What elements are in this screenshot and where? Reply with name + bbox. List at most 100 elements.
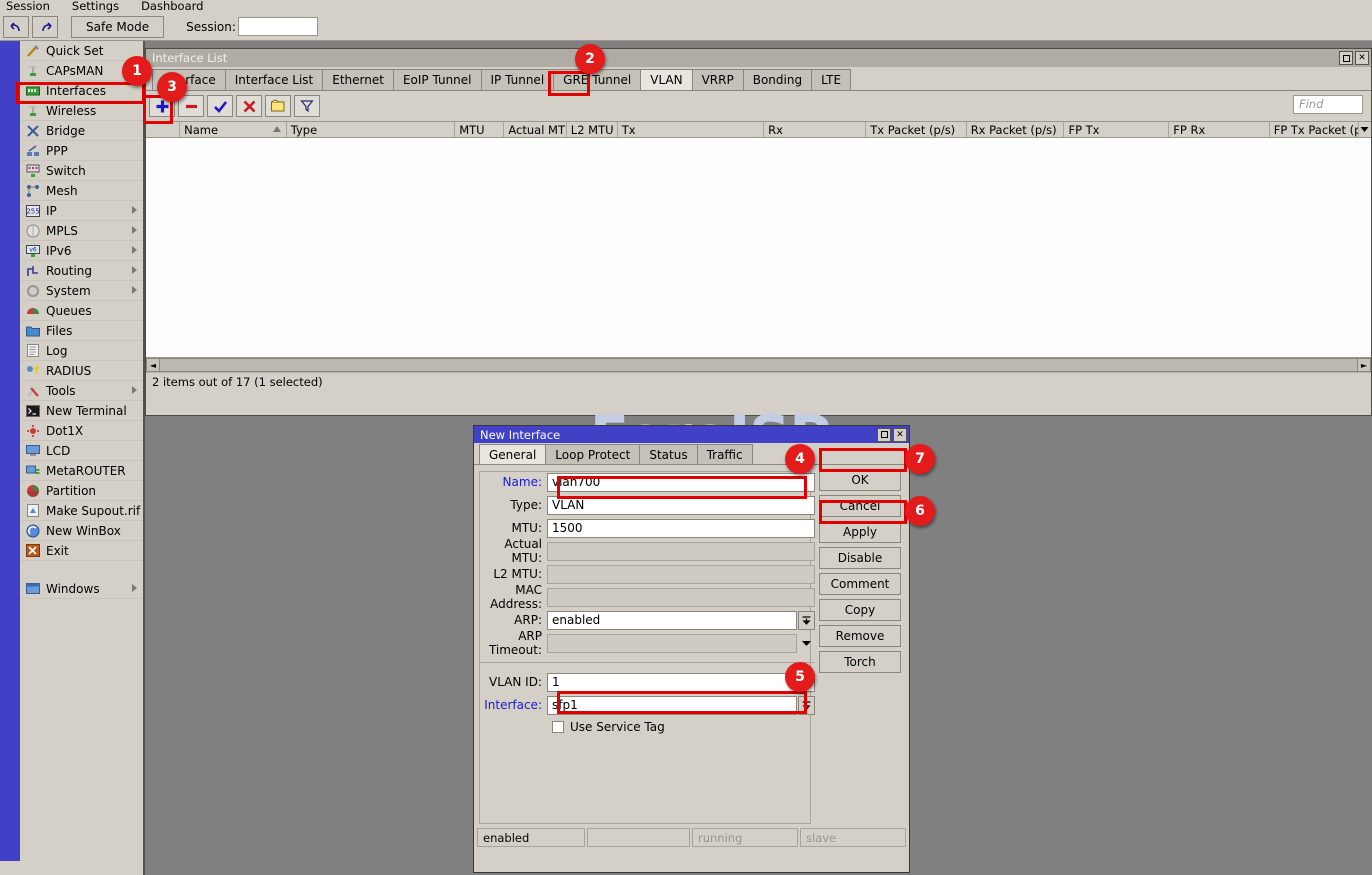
sidebar-item-system[interactable]: System — [20, 281, 143, 301]
sidebar-item-exit[interactable]: Exit — [20, 541, 143, 561]
session-input[interactable] — [238, 17, 318, 36]
sidebar-item-interfaces[interactable]: Interfaces — [20, 81, 143, 101]
comment-button[interactable] — [265, 95, 291, 117]
sidebar-item-mesh[interactable]: Mesh — [20, 181, 143, 201]
field-input-mtu[interactable]: 1500 — [547, 519, 815, 538]
cancel-button[interactable]: Cancel — [819, 495, 901, 517]
filter-button[interactable] — [294, 95, 320, 117]
maximize-icon[interactable] — [877, 428, 891, 442]
column-header-rx-packet-p-s[interactable]: Rx Packet (p/s) — [967, 122, 1065, 137]
field-input-arp[interactable]: enabled — [547, 611, 797, 630]
find-input[interactable]: Find — [1293, 95, 1363, 114]
use-service-tag-row[interactable]: Use Service Tag — [480, 720, 815, 734]
tab-vlan[interactable]: VLAN — [640, 69, 692, 90]
copy-button[interactable]: Copy — [819, 599, 901, 621]
scroll-right-icon[interactable]: ► — [1357, 358, 1371, 372]
sidebar-item-label: Dot1X — [46, 424, 83, 438]
ok-button[interactable]: OK — [819, 469, 901, 491]
column-header-fp-tx-packet-p-s[interactable]: FP Tx Packet (p/s) — [1270, 122, 1359, 137]
sidebar-item-queues[interactable]: Queues — [20, 301, 143, 321]
field-input-interface[interactable]: sfp1 — [547, 696, 797, 715]
scroll-track[interactable] — [160, 358, 1357, 372]
interface-status-text: 2 items out of 17 (1 selected) — [146, 373, 1371, 391]
comment-button[interactable]: Comment — [819, 573, 901, 595]
scroll-left-icon[interactable]: ◄ — [146, 358, 160, 372]
field-input-name[interactable]: vlan700 — [547, 473, 815, 492]
safe-mode-button[interactable]: Safe Mode — [71, 16, 164, 38]
chevron-down-icon[interactable] — [798, 696, 815, 715]
field-label-name: Name: — [480, 475, 547, 489]
remove-button[interactable] — [178, 95, 204, 117]
disable-button[interactable] — [236, 95, 262, 117]
interface-table-body[interactable] — [146, 138, 1371, 358]
column-header-name[interactable]: Name — [180, 122, 287, 137]
sidebar-item-new-winbox[interactable]: New WinBox — [20, 521, 143, 541]
menu-dashboard[interactable]: Dashboard — [141, 0, 203, 13]
sidebar-item-partition[interactable]: Partition — [20, 481, 143, 501]
sidebar-item-bridge[interactable]: Bridge — [20, 121, 143, 141]
sidebar-item-windows[interactable]: Windows — [20, 579, 143, 599]
interface-list-titlebar[interactable]: Interface List ✕ — [146, 49, 1371, 67]
field-label-mtu: MTU: — [480, 521, 547, 535]
close-icon[interactable]: ✕ — [893, 428, 907, 442]
column-header-fp-tx[interactable]: FP Tx — [1064, 122, 1169, 137]
sidebar-item-metarouter[interactable]: MetaROUTER — [20, 461, 143, 481]
column-header-tx[interactable]: Tx — [618, 122, 764, 137]
sidebar-item-label: RADIUS — [46, 364, 91, 378]
apply-button[interactable]: Apply — [819, 521, 901, 543]
tab-ethernet[interactable]: Ethernet — [322, 69, 394, 90]
menu-session[interactable]: Session — [6, 0, 50, 13]
field-input-type[interactable]: VLAN — [547, 496, 815, 515]
dialog-tab-status[interactable]: Status — [639, 444, 697, 464]
sidebar-item-log[interactable]: Log — [20, 341, 143, 361]
enable-button[interactable] — [207, 95, 233, 117]
tab-interface-list[interactable]: Interface List — [225, 69, 324, 90]
sidebar-item-radius[interactable]: RADIUS — [20, 361, 143, 381]
column-header-mtu[interactable]: MTU — [455, 122, 504, 137]
sidebar-item-quick-set[interactable]: Quick Set — [20, 41, 143, 61]
maximize-icon[interactable] — [1339, 51, 1353, 65]
tab-bonding[interactable]: Bonding — [743, 69, 812, 90]
sidebar-item-lcd[interactable]: LCD — [20, 441, 143, 461]
sidebar-item-make-supout-rif[interactable]: Make Supout.rif — [20, 501, 143, 521]
column-header-fp-rx[interactable]: FP Rx — [1169, 122, 1269, 137]
chevron-down-icon[interactable] — [798, 634, 815, 653]
sidebar-item-ipv6[interactable]: v6IPv6 — [20, 241, 143, 261]
tab-vrrp[interactable]: VRRP — [692, 69, 744, 90]
column-header-rx[interactable]: Rx — [764, 122, 866, 137]
sidebar-item-routing[interactable]: Routing — [20, 261, 143, 281]
dialog-titlebar[interactable]: New Interface ✕ — [474, 426, 909, 443]
sidebar-item-switch[interactable]: Switch — [20, 161, 143, 181]
sidebar-item-mpls[interactable]: MPLS — [20, 221, 143, 241]
menu-settings[interactable]: Settings — [72, 0, 119, 13]
remove-button[interactable]: Remove — [819, 625, 901, 647]
column-chooser-icon[interactable] — [1359, 122, 1371, 137]
use-service-tag-checkbox[interactable] — [552, 721, 564, 733]
column-header-l2-mtu[interactable]: L2 MTU — [567, 122, 618, 137]
sidebar-item-wireless[interactable]: Wireless — [20, 101, 143, 121]
dialog-tab-traffic[interactable]: Traffic — [697, 444, 753, 464]
column-header-actual-mtu[interactable]: Actual MTU — [504, 122, 566, 137]
tab-ip-tunnel[interactable]: IP Tunnel — [481, 69, 555, 90]
sidebar-item-ip[interactable]: 255IP — [20, 201, 143, 221]
tab-eoip-tunnel[interactable]: EoIP Tunnel — [393, 69, 482, 90]
tab-lte[interactable]: LTE — [811, 69, 851, 90]
column-header-tx-packet-p-s[interactable]: Tx Packet (p/s) — [866, 122, 966, 137]
sidebar-item-tools[interactable]: Tools — [20, 381, 143, 401]
horizontal-scrollbar[interactable]: ◄ ► — [146, 358, 1371, 373]
sidebar-item-new-terminal[interactable]: New Terminal — [20, 401, 143, 421]
sidebar-item-dot1x[interactable]: Dot1X — [20, 421, 143, 441]
redo-arrow-icon[interactable] — [32, 16, 58, 38]
disable-button[interactable]: Disable — [819, 547, 901, 569]
field-input-vlan-id[interactable]: 1 — [547, 673, 815, 692]
svg-text:v6: v6 — [29, 246, 37, 253]
close-icon[interactable]: ✕ — [1355, 51, 1369, 65]
column-header-type[interactable]: Type — [287, 122, 455, 137]
sidebar-item-files[interactable]: Files — [20, 321, 143, 341]
chevron-down-icon[interactable] — [798, 611, 815, 630]
sidebar-item-ppp[interactable]: PPP — [20, 141, 143, 161]
dialog-tab-general[interactable]: General — [479, 444, 546, 464]
undo-arrow-icon[interactable] — [3, 16, 29, 38]
dialog-tab-loop-protect[interactable]: Loop Protect — [545, 444, 640, 464]
torch-button[interactable]: Torch — [819, 651, 901, 673]
